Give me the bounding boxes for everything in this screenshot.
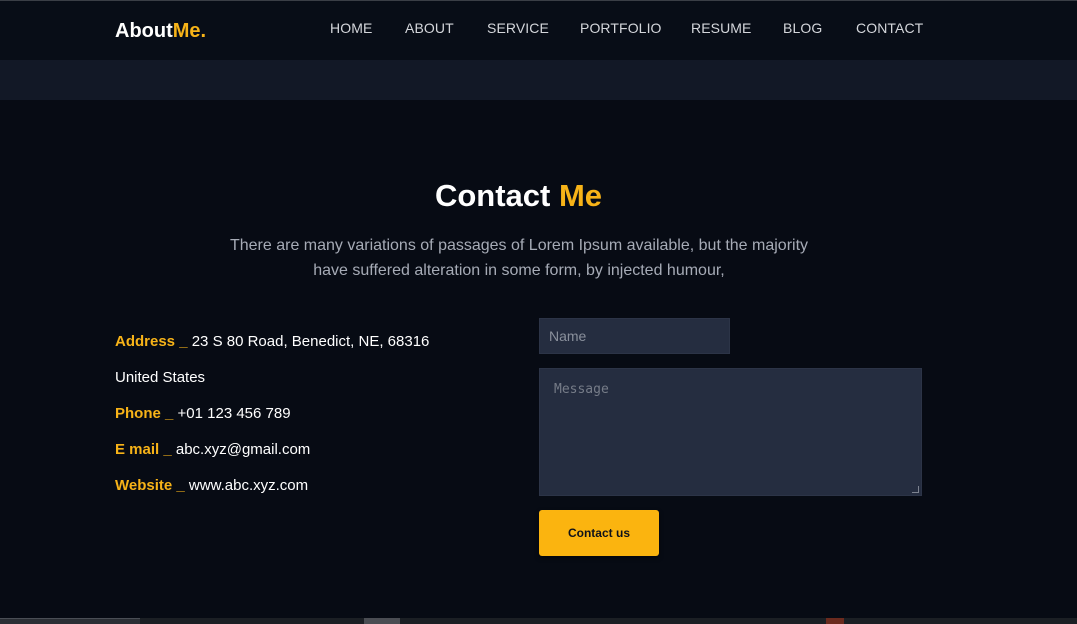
nav-service[interactable]: SERVICE	[487, 20, 549, 36]
name-input[interactable]: Name	[539, 318, 730, 354]
logo-accent: Me.	[172, 20, 207, 42]
nav-portfolio[interactable]: PORTFOLIO	[580, 20, 662, 36]
email-value: abc.xyz@gmail.com	[171, 441, 311, 458]
nav-blog[interactable]: BLOG	[783, 20, 822, 36]
nav-about[interactable]: ABOUT	[405, 20, 454, 36]
header-band	[0, 60, 1077, 100]
website-line: Website _ www.abc.xyz.com	[115, 477, 308, 494]
email-line: E mail _ abc.xyz@gmail.com	[115, 441, 310, 458]
country-line: United States	[115, 369, 206, 386]
nav-home[interactable]: HOME	[330, 20, 372, 36]
navbar: AboutMe. HOME ABOUT SERVICE PORTFOLIO RE…	[0, 1, 1077, 60]
subtitle-line-1: There are many variations of passages of…	[229, 237, 809, 254]
section-subtitle: There are many variations of passages of…	[225, 233, 813, 283]
logo-main: About	[115, 20, 173, 42]
phone-value: +01 123 456 789	[173, 405, 291, 422]
resize-handle-icon[interactable]	[912, 486, 919, 493]
website-value: www.abc.xyz.com	[184, 477, 309, 494]
message-placeholder: Message	[554, 382, 609, 397]
website-label: Website _	[115, 477, 185, 494]
address-line: Address _ 23 S 80 Road, Benedict, NE, 68…	[115, 333, 429, 350]
section-title: Contact Me	[0, 178, 1037, 214]
message-textarea[interactable]: Message	[539, 368, 922, 496]
phone-label: Phone _	[115, 405, 174, 422]
contact-us-button[interactable]: Contact us	[539, 510, 659, 556]
nav-contact[interactable]: CONTACT	[856, 20, 923, 36]
name-placeholder: Name	[549, 328, 587, 344]
site-logo[interactable]: AboutMe.	[115, 20, 206, 43]
email-label: E mail _	[115, 441, 172, 458]
title-main: Contact	[434, 178, 551, 213]
subtitle-line-2: have suffered alteration in some form, b…	[313, 262, 725, 279]
title-accent: Me	[558, 178, 603, 213]
next-section-edge	[0, 618, 1077, 624]
address-label: Address _	[115, 333, 188, 350]
nav-resume[interactable]: RESUME	[691, 20, 752, 36]
address-value: 23 S 80 Road, Benedict, NE, 68316	[187, 333, 430, 350]
phone-line: Phone _ +01 123 456 789	[115, 405, 291, 422]
